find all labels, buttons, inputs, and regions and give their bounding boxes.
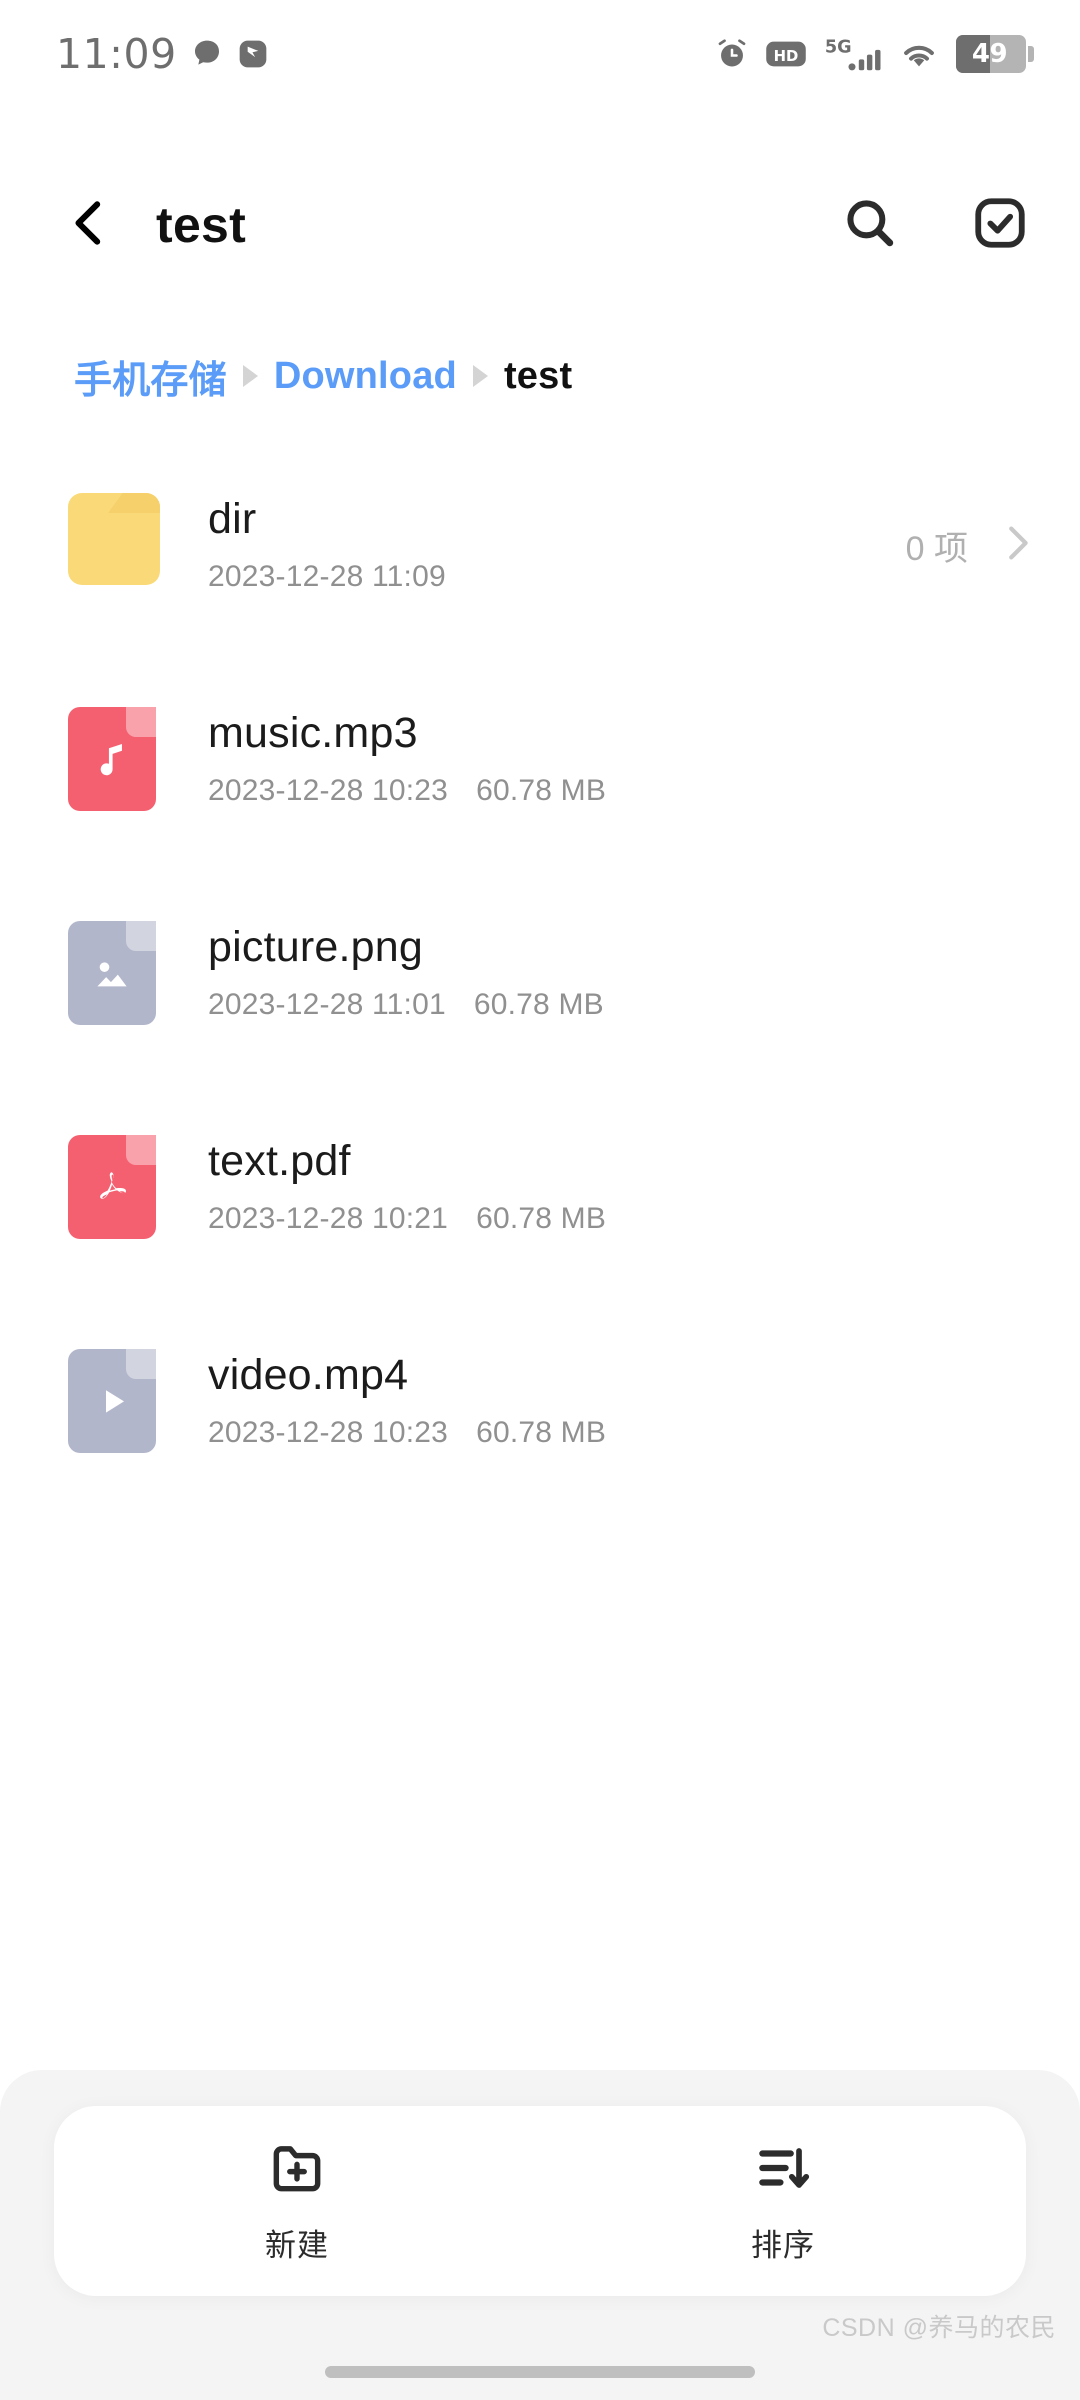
battery-indicator: 49 <box>956 35 1034 73</box>
file-date: 2023-12-28 10:23 <box>208 773 449 807</box>
page-title: test <box>156 197 247 253</box>
image-file-icon <box>68 921 164 1025</box>
music-file-icon <box>68 707 164 811</box>
file-size: 60.78 MB <box>476 1201 607 1235</box>
folder-item-count: 0 项 <box>905 529 968 568</box>
triangle-right-icon <box>242 365 258 387</box>
hd-icon: HD <box>765 39 807 69</box>
app-bar-actions <box>830 185 1040 265</box>
file-date: 2023-12-28 10:23 <box>208 1415 449 1449</box>
alarm-icon <box>714 36 750 72</box>
breadcrumb: 手机存储 Download test <box>74 348 572 404</box>
select-mode-button[interactable] <box>960 185 1040 265</box>
video-file-icon <box>68 1349 164 1453</box>
table-row[interactable]: text.pdf 2023-12-28 10:21 60.78 MB <box>0 1080 1080 1294</box>
status-bar: 11:09 HD 5G 49 <box>0 0 1080 108</box>
status-bar-left: 11:09 <box>56 30 269 78</box>
status-bar-right: HD 5G 49 <box>714 35 1034 73</box>
file-meta: 2023-12-28 11:01 60.78 MB <box>208 988 1040 1022</box>
breadcrumb-item-2[interactable]: test <box>504 355 572 398</box>
file-size: 60.78 MB <box>476 773 607 807</box>
file-name: dir <box>208 495 257 544</box>
file-list: dir 2023-12-28 11:09 0 项 music.mp3 2023-… <box>0 438 1080 1508</box>
file-date: 2023-12-28 11:01 <box>208 987 446 1021</box>
back-button[interactable] <box>52 188 126 262</box>
svg-text:5G: 5G <box>825 38 852 58</box>
file-info: picture.png 2023-12-28 11:01 60.78 MB <box>208 924 1040 1021</box>
bottom-area: 新建 排序 CSDN @养马的农民 <box>0 2070 1080 2400</box>
table-row[interactable]: dir 2023-12-28 11:09 0 项 <box>0 438 1080 652</box>
file-name: music.mp3 <box>208 709 418 758</box>
file-size: 60.78 MB <box>476 1415 607 1449</box>
file-name: picture.png <box>208 923 423 972</box>
file-size: 60.78 MB <box>473 987 604 1021</box>
file-meta: 2023-12-28 10:23 60.78 MB <box>208 1416 1040 1450</box>
file-date: 2023-12-28 11:09 <box>208 559 446 593</box>
search-button[interactable] <box>830 185 910 265</box>
file-date: 2023-12-28 10:21 <box>208 1201 449 1235</box>
new-folder-label: 新建 <box>265 2228 329 2263</box>
file-info: dir 2023-12-28 11:09 <box>208 496 906 593</box>
watermark: CSDN @养马的农民 <box>822 2314 1056 2342</box>
file-meta: 2023-12-28 11:09 <box>208 560 906 594</box>
file-name: video.mp4 <box>208 1351 409 1400</box>
bottom-toolbar: 新建 排序 <box>54 2106 1026 2296</box>
chevron-left-icon <box>61 195 117 256</box>
chevron-right-icon <box>994 520 1040 571</box>
table-row[interactable]: music.mp3 2023-12-28 10:23 60.78 MB <box>0 652 1080 866</box>
file-meta: 2023-12-28 10:23 60.78 MB <box>208 774 1040 808</box>
triangle-right-icon <box>472 365 488 387</box>
check-square-icon <box>971 194 1029 257</box>
folder-icon <box>68 493 164 597</box>
file-info: music.mp3 2023-12-28 10:23 60.78 MB <box>208 710 1040 807</box>
row-trailing: 0 项 <box>906 520 1040 571</box>
file-name: text.pdf <box>208 1137 351 1186</box>
sort-button[interactable]: 排序 <box>540 2106 1026 2296</box>
app-bar: test <box>0 165 1080 285</box>
file-info: video.mp4 2023-12-28 10:23 60.78 MB <box>208 1352 1040 1449</box>
app-badge-icon <box>237 38 269 70</box>
sort-descending-icon <box>752 2137 814 2204</box>
file-info: text.pdf 2023-12-28 10:21 60.78 MB <box>208 1138 1040 1235</box>
breadcrumb-item-0[interactable]: 手机存储 <box>74 349 227 404</box>
svg-text:HD: HD <box>774 48 799 65</box>
status-bar-clock: 11:09 <box>56 30 177 78</box>
table-row[interactable]: picture.png 2023-12-28 11:01 60.78 MB <box>0 866 1080 1080</box>
pdf-file-icon <box>68 1135 164 1239</box>
file-meta: 2023-12-28 10:21 60.78 MB <box>208 1202 1040 1236</box>
battery-percent-label: 49 <box>971 39 1008 69</box>
sort-label: 排序 <box>751 2228 815 2263</box>
new-folder-button[interactable]: 新建 <box>54 2106 540 2296</box>
search-icon <box>841 194 899 257</box>
wifi-icon <box>897 37 941 71</box>
home-indicator[interactable] <box>325 2366 755 2378</box>
folder-plus-icon <box>266 2137 328 2204</box>
breadcrumb-item-1[interactable]: Download <box>274 355 457 398</box>
chat-bubble-icon <box>191 38 223 70</box>
table-row[interactable]: video.mp4 2023-12-28 10:23 60.78 MB <box>0 1294 1080 1508</box>
5g-signal-icon: 5G <box>822 35 882 73</box>
